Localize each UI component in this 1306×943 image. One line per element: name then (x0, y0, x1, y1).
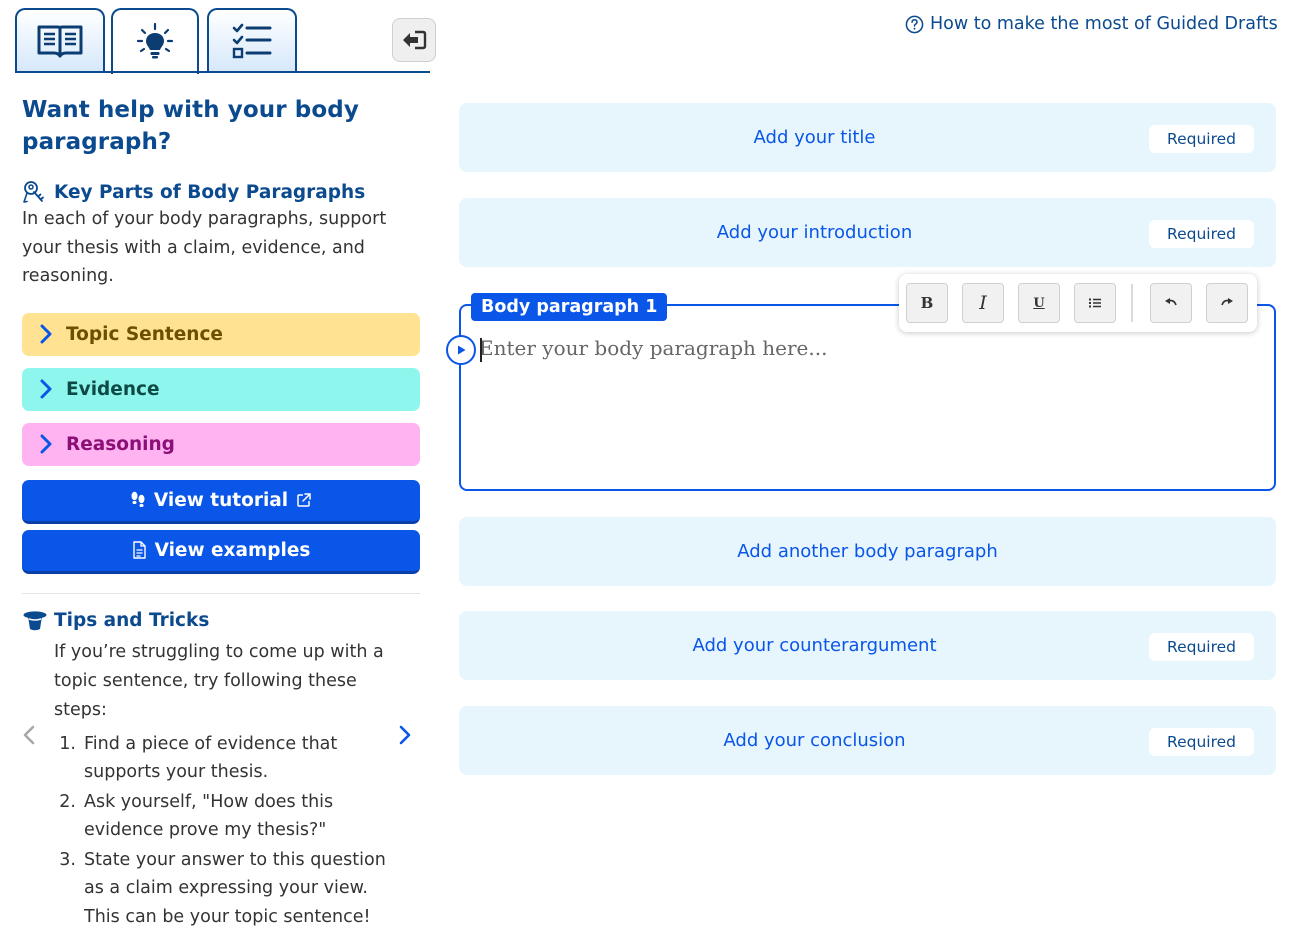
list-item: 2. Ask yourself, "How does this evidence … (54, 788, 392, 845)
view-tutorial-label: View tutorial (153, 489, 289, 511)
tab-underline (15, 71, 430, 73)
card-label: Add another body paragraph (737, 541, 998, 562)
accordion-topic-sentence[interactable]: Topic Sentence (22, 312, 420, 356)
lightbulb-icon (136, 22, 174, 59)
tips-next-button[interactable] (398, 724, 412, 750)
required-badge: Required (1149, 125, 1254, 153)
card-label: Add your counterargument (692, 635, 937, 656)
help-link[interactable]: How to make the most of Guided Drafts (905, 14, 1278, 34)
card-label: Add your introduction (716, 222, 913, 243)
text-caret (480, 338, 482, 362)
add-title-card[interactable]: Add your title Required (459, 103, 1276, 172)
question-circle-icon (905, 15, 924, 33)
view-tutorial-button[interactable]: View tutorial (22, 479, 420, 524)
tab-ideas[interactable] (111, 8, 199, 74)
tab-checklist[interactable] (207, 8, 297, 72)
card-label: Add your conclusion (723, 730, 906, 751)
chevron-left-icon (23, 725, 35, 744)
checklist-icon (232, 23, 272, 59)
toolbar-separator (1131, 284, 1133, 322)
exit-arrow-icon (403, 30, 427, 50)
key-parts-heading: Key Parts of Body Paragraphs (22, 180, 420, 204)
chevron-right-icon (40, 324, 52, 344)
collapse-panel-button[interactable] (392, 18, 436, 62)
editor-placeholder[interactable]: Enter your body paragraph here... (479, 336, 827, 360)
required-badge: Required (1149, 633, 1254, 661)
required-badge: Required (1149, 728, 1254, 756)
tips-steps: 1. Find a piece of evidence that supports… (22, 730, 392, 932)
bullet-list-button[interactable] (1074, 283, 1116, 323)
add-another-body-card[interactable]: Add another body paragraph (459, 517, 1276, 586)
chevron-right-icon (40, 379, 52, 399)
guided-drafts-page: How to make the most of Guided Drafts Wa… (0, 0, 1306, 943)
sidebar-divider (22, 592, 420, 594)
tips-intro: If you’re struggling to come up with a t… (54, 641, 384, 720)
step-text: Find a piece of evidence that supports y… (84, 733, 338, 783)
editor-label: Body paragraph 1 (471, 293, 668, 321)
list-item: 1. Find a piece of evidence that supports… (54, 730, 392, 787)
tips-prev-button[interactable] (22, 724, 36, 750)
view-examples-button[interactable]: View examples (22, 529, 420, 574)
key-parts-description: In each of your body paragraphs, support… (22, 209, 387, 286)
underline-button[interactable]: U (1018, 283, 1060, 323)
redo-icon (1221, 298, 1233, 306)
chevron-right-icon (399, 725, 411, 744)
bullet-list-icon (1089, 298, 1101, 308)
add-conclusion-card[interactable]: Add your conclusion Required (459, 706, 1276, 775)
redo-button[interactable] (1206, 283, 1248, 323)
book-icon (37, 25, 83, 58)
bold-button[interactable]: B (906, 283, 948, 323)
guidance-sidebar: Want help with your body paragraph? Key … (22, 94, 420, 932)
card-label: Add your title (753, 127, 876, 148)
play-audio-button[interactable] (446, 335, 476, 365)
add-counterargument-card[interactable]: Add your counterargument Required (459, 611, 1276, 680)
italic-button[interactable]: I (962, 283, 1004, 323)
accordion-label: Evidence (66, 378, 160, 400)
add-introduction-card[interactable]: Add your introduction Required (459, 198, 1276, 267)
keys-icon (23, 181, 44, 203)
document-icon (132, 541, 146, 559)
list-item: 3. State your answer to this question as … (54, 846, 392, 932)
undo-button[interactable] (1150, 283, 1192, 323)
magic-hat-icon (23, 610, 47, 630)
step-text: State your answer to this question as a … (84, 849, 386, 927)
body-paragraph-editor[interactable] (459, 304, 1276, 491)
accordion-evidence[interactable]: Evidence (22, 367, 420, 411)
accordion-reasoning[interactable]: Reasoning (22, 422, 420, 466)
view-examples-label: View examples (154, 539, 311, 561)
format-toolbar: B I U (899, 274, 1257, 332)
footsteps-icon (131, 491, 145, 507)
tips-heading-label: Tips and Tricks (54, 610, 210, 631)
tab-book[interactable] (15, 8, 105, 72)
key-parts-heading-label: Key Parts of Body Paragraphs (54, 181, 366, 203)
external-link-icon (297, 493, 311, 507)
accordion-label: Topic Sentence (66, 323, 223, 345)
accordion-label: Reasoning (66, 433, 175, 455)
panel-title: Want help with your body paragraph? (22, 97, 359, 155)
step-text: Ask yourself, "How does this evidence pr… (84, 791, 334, 841)
tips-carousel: If you’re struggling to come up with a t… (22, 638, 420, 932)
required-badge: Required (1149, 220, 1254, 248)
play-icon (458, 345, 466, 355)
chevron-right-icon (40, 434, 52, 454)
undo-icon (1165, 298, 1177, 306)
tips-heading: Tips and Tricks (22, 610, 420, 632)
help-link-label[interactable]: How to make the most of Guided Drafts (930, 14, 1278, 34)
